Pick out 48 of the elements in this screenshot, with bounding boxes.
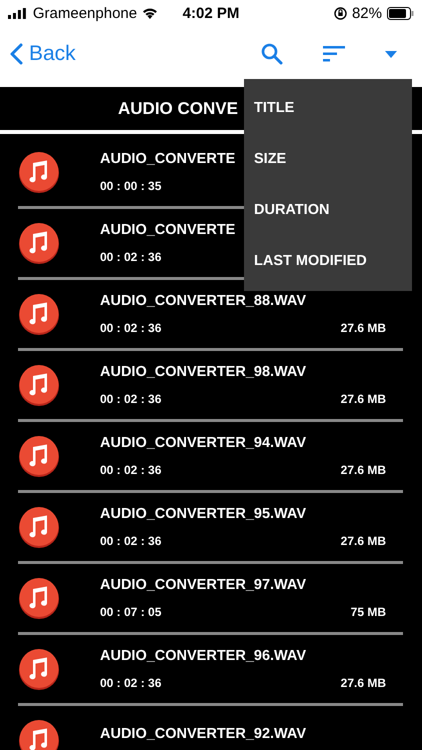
wifi-icon [142, 7, 158, 19]
page-title: AUDIO CONVE [118, 98, 238, 118]
signal-icon [8, 8, 28, 18]
file-name: AUDIO_CONVERTER_92.WAV [100, 726, 306, 742]
duration: 00 : 02 : 36 [100, 676, 162, 690]
file-name: AUDIO_CONVERTER_95.WAV [100, 506, 306, 522]
file-name: AUDIO_CONVERTER_94.WAV [100, 435, 306, 451]
duration: 00 : 02 : 36 [100, 463, 162, 477]
menu-item[interactable]: LAST MODIFIED [244, 236, 377, 287]
clock-time: 4:02 PM [182, 4, 240, 22]
file-size: 27.6 MB [340, 392, 386, 406]
menu-item[interactable]: DURATION [244, 185, 340, 236]
search-icon[interactable] [261, 43, 283, 65]
back-button[interactable]: Back [10, 42, 76, 66]
carrier-name: Grameenphone [32, 4, 138, 22]
duration: 00 : 02 : 36 [100, 321, 162, 335]
menu-item[interactable]: TITLE [244, 83, 304, 134]
file-name: AUDIO_CONVERTE [100, 151, 236, 167]
music-note-icon [18, 577, 60, 619]
file-size: 27.6 MB [340, 463, 386, 477]
file-name: AUDIO_CONVERTER_97.WAV [100, 577, 306, 593]
battery-icon [386, 6, 414, 20]
file-name: AUDIO_CONVERTE [100, 222, 236, 238]
music-note-icon [18, 293, 60, 335]
menu-item[interactable]: SIZE [244, 134, 296, 185]
duration: 00 : 07 : 05 [100, 605, 162, 619]
back-chevron-icon [10, 43, 23, 65]
dropdown-caret-icon[interactable] [385, 50, 397, 58]
music-note-icon [18, 364, 60, 406]
file-name: AUDIO_CONVERTER_88.WAV [100, 293, 306, 309]
duration: 00 : 00 : 35 [100, 179, 162, 193]
duration: 00 : 02 : 36 [100, 534, 162, 548]
sort-icon[interactable] [323, 46, 345, 62]
duration: 00 : 02 : 36 [100, 250, 162, 264]
file-size: 27.6 MB [340, 534, 386, 548]
file-size: 27.6 MB [340, 676, 386, 690]
rotation-lock-icon [334, 6, 347, 20]
file-name: AUDIO_CONVERTER_98.WAV [100, 364, 306, 380]
file-name: AUDIO_CONVERTER_96.WAV [100, 648, 306, 664]
music-note-icon [18, 222, 60, 264]
music-note-icon [18, 506, 60, 548]
music-note-icon [18, 151, 60, 193]
duration: 00 : 02 : 36 [100, 392, 162, 406]
music-note-icon [18, 435, 60, 477]
battery-percent: 82% [352, 4, 382, 22]
music-note-icon [18, 648, 60, 690]
file-size: 27.6 MB [340, 321, 386, 335]
file-size: 75 MB [350, 605, 386, 619]
